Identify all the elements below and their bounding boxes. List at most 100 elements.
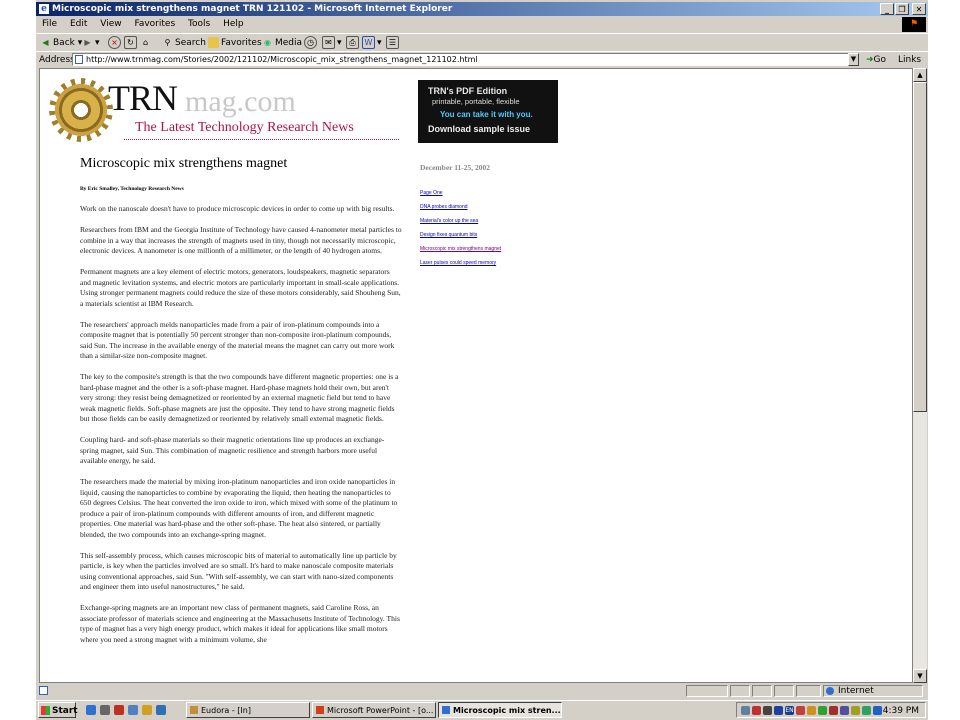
status-cell: [796, 685, 821, 697]
task-powerpoint[interactable]: Microsoft PowerPoint - [o...: [312, 702, 436, 718]
status-cell: [752, 685, 772, 697]
minimize-button[interactable]: _: [880, 3, 894, 15]
close-button[interactable]: ✕: [912, 3, 926, 15]
tray-icon[interactable]: [774, 706, 783, 715]
tray-icon[interactable]: [796, 706, 805, 715]
menu-help[interactable]: Help: [223, 19, 244, 29]
logo-trn[interactable]: TRN: [108, 77, 178, 119]
refresh-button[interactable]: ↻: [124, 34, 139, 52]
media-button[interactable]: ◉ Media: [262, 34, 302, 52]
stop-button[interactable]: ×: [108, 34, 123, 52]
scroll-down-button[interactable]: ▼: [913, 669, 927, 683]
history-button[interactable]: ◷: [304, 34, 319, 52]
quicklaunch-app-icon[interactable]: [114, 705, 124, 715]
tray-icon[interactable]: [807, 706, 816, 715]
scroll-thumb[interactable]: [913, 82, 927, 412]
banner-line-2: printable, portable, flexible: [432, 97, 520, 106]
security-zone: Internet: [823, 685, 923, 697]
article-body: Work on the nanoscale doesn't have to pr…: [80, 204, 402, 656]
powerpoint-icon: [316, 706, 324, 714]
print-button[interactable]: ⎙: [346, 34, 361, 52]
edit-button[interactable]: W ▾: [362, 34, 382, 52]
task-eudora[interactable]: Eudora - [In]: [186, 702, 310, 718]
banner-line-4: Download sample issue: [428, 124, 531, 134]
zone-label: Internet: [838, 686, 874, 696]
tray-icon[interactable]: [862, 706, 871, 715]
quicklaunch-ie-icon[interactable]: [86, 705, 96, 715]
address-dropdown-button[interactable]: ▼: [848, 53, 859, 66]
side-link-material[interactable]: Material's color up the sea: [420, 214, 501, 228]
quicklaunch-app-icon[interactable]: [156, 705, 166, 715]
quicklaunch-app-icon[interactable]: [128, 705, 138, 715]
article-paragraph: This self-assembly process, which causes…: [80, 550, 397, 592]
clock: 4:39 PM: [882, 706, 919, 716]
article-paragraph: Work on the nanoscale doesn't have to pr…: [80, 204, 395, 213]
search-button[interactable]: ⚲ Search: [162, 34, 206, 52]
logo-divider: [124, 139, 399, 142]
side-link-laser[interactable]: Laser pulses could speed memory: [420, 256, 501, 270]
menu-favorites[interactable]: Favorites: [134, 19, 175, 29]
favorites-icon: [208, 37, 219, 48]
side-link-page-one[interactable]: Page One: [420, 186, 501, 200]
start-button[interactable]: Start: [38, 702, 78, 718]
logo-tagline: The Latest Technology Research News: [135, 120, 354, 135]
article-headline: Microscopic mix strengthens magnet: [80, 156, 288, 171]
banner-line-3: You can take it with you.: [440, 110, 533, 119]
status-cell: [730, 685, 750, 697]
window-title: Microscopic mix strengthens magnet TRN 1…: [52, 4, 453, 14]
address-input[interactable]: http://www.trnmag.com/Stories/2002/12110…: [72, 53, 859, 66]
side-link-magnet[interactable]: Microscopic mix strengthens magnet: [420, 242, 501, 256]
favorites-button[interactable]: Favorites: [208, 34, 262, 52]
side-link-dna[interactable]: DNA probes diamond: [420, 200, 501, 214]
tray-icon[interactable]: [741, 706, 750, 715]
home-button[interactable]: ⌂: [140, 34, 153, 52]
tray-icon[interactable]: [752, 706, 761, 715]
scroll-up-button[interactable]: ▲: [913, 68, 927, 82]
back-button[interactable]: ◀ Back ▾: [40, 34, 82, 52]
pdf-edition-banner[interactable]: TRN's PDF Edition printable, portable, f…: [418, 80, 558, 143]
article-paragraph: The researchers made the material by mix…: [80, 477, 398, 539]
maximize-button[interactable]: ❒: [895, 3, 909, 15]
vertical-scrollbar[interactable]: ▲ ▼: [913, 68, 927, 683]
page-viewport: mag.com TRN The Latest Technology Resear…: [39, 68, 913, 683]
print-icon: ⎙: [346, 36, 359, 49]
word-edit-icon: W: [362, 36, 375, 49]
discuss-icon: ☰: [386, 36, 399, 49]
menu-file[interactable]: File: [42, 19, 57, 29]
logo-mag: mag.com: [185, 85, 296, 118]
page-icon: [75, 55, 83, 64]
standard-toolbar: ◀ Back ▾ ▶ ▾ × ↻ ⌂ ⚲ Search Favorites ◉ Medi…: [36, 33, 928, 52]
story-links: Page One DNA probes diamond Material's c…: [420, 186, 501, 270]
discuss-button[interactable]: ☰: [386, 34, 401, 52]
windows-flag-icon: [41, 706, 50, 715]
quicklaunch-app-icon[interactable]: [142, 705, 152, 715]
speaker-icon[interactable]: [763, 706, 772, 715]
stop-icon: ×: [108, 36, 121, 49]
ie-icon: e: [39, 4, 49, 14]
menu-bar: File Edit View Favorites Tools Help: [36, 17, 928, 32]
ie-task-icon: [442, 706, 450, 714]
menu-edit[interactable]: Edit: [70, 19, 87, 29]
status-page-icon: [39, 686, 48, 695]
tray-icon[interactable]: [840, 706, 849, 715]
article-byline: By Eric Smalley, Technology Research New…: [80, 186, 184, 192]
tray-icon[interactable]: [873, 706, 882, 715]
mail-button[interactable]: ✉ ▾: [322, 34, 342, 52]
quicklaunch-desktop-icon[interactable]: [100, 705, 110, 715]
task-internet-explorer[interactable]: Microscopic mix stren...: [438, 702, 562, 718]
menu-view[interactable]: View: [100, 19, 121, 29]
title-bar[interactable]: e Microscopic mix strengthens magnet TRN…: [36, 2, 928, 16]
tray-icon[interactable]: [818, 706, 827, 715]
side-link-quantum[interactable]: Design fixes quantum bits: [420, 228, 501, 242]
tray-icon[interactable]: [829, 706, 838, 715]
tray-icon[interactable]: [851, 706, 860, 715]
language-icon[interactable]: EN: [785, 706, 794, 715]
go-button[interactable]: ➜Go: [866, 52, 886, 68]
address-bar: Address http://www.trnmag.com/Stories/20…: [36, 51, 928, 81]
menu-tools[interactable]: Tools: [188, 19, 210, 29]
forward-button[interactable]: ▶ ▾: [82, 34, 99, 52]
article-paragraph: Permanent magnets are a key element of e…: [80, 267, 401, 308]
status-bar: Internet: [36, 684, 928, 698]
status-cell: [774, 685, 794, 697]
gear-logo-icon: [52, 81, 110, 139]
